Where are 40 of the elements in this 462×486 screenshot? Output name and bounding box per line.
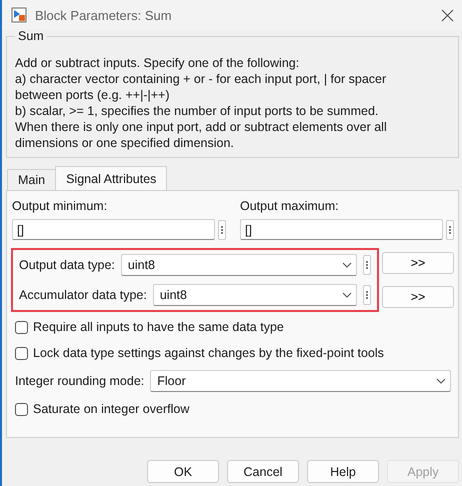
more-options-icon[interactable]	[363, 255, 371, 275]
input-field[interactable]: []	[12, 219, 215, 240]
description-text: between ports (e.g. ++|-|++)	[15, 87, 170, 103]
description-text: dimensions or one specified dimension.	[15, 135, 235, 151]
close-icon[interactable]	[441, 8, 454, 22]
block-icon	[11, 7, 27, 23]
checkbox[interactable]	[15, 346, 28, 360]
description-text: Add or subtract inputs. Specify one of the following:	[15, 55, 300, 71]
more-options-icon[interactable]	[446, 220, 454, 240]
field-label: Accumulator data type:	[19, 288, 147, 302]
checkbox-label: Lock data type settings against changes by the fixed-point tools	[33, 346, 384, 360]
more-options-icon[interactable]	[218, 220, 226, 240]
more-options-icon[interactable]	[363, 285, 371, 305]
tab[interactable]: Signal Attributes	[55, 166, 168, 190]
window-title: Block Parameters: Sum	[35, 8, 173, 22]
field-label: Output data type:	[19, 258, 115, 272]
data-type-assistant-button[interactable]: >>	[382, 252, 454, 274]
checkbox-label: Require all inputs to have the same data type	[33, 320, 284, 334]
description-text: b) scalar, >= 1, specifies the number of input ports to be summed.	[15, 103, 380, 119]
chevron-down-icon	[342, 262, 352, 268]
chevron-down-icon	[342, 292, 352, 298]
input-field[interactable]: []	[240, 219, 443, 240]
checkbox[interactable]	[15, 320, 28, 334]
checkbox-label: Saturate on integer overflow	[33, 402, 190, 416]
checkbox[interactable]	[15, 402, 28, 416]
field-label: Integer rounding mode:	[15, 374, 144, 388]
dropdown[interactable]: Floor	[150, 370, 451, 392]
chevron-down-icon	[436, 378, 446, 384]
dialog-button[interactable]: OK	[147, 460, 219, 483]
group-title: Sum	[15, 29, 47, 43]
description-text: When there is only one input port, add or subtract elements over all	[15, 119, 388, 135]
dialog-button[interactable]: Help	[307, 460, 379, 483]
dropdown[interactable]: uint8	[120, 254, 357, 276]
description-text: a) character vector containing + or - for each input port, | for spacer	[15, 71, 388, 87]
field-label: Output minimum:	[12, 199, 108, 213]
field-label: Output maximum:	[240, 199, 340, 213]
data-type-assistant-button[interactable]: >>	[382, 286, 454, 308]
dropdown[interactable]: uint8	[152, 284, 357, 306]
dialog-button[interactable]: Cancel	[227, 460, 299, 483]
tab[interactable]: Main	[7, 169, 56, 190]
